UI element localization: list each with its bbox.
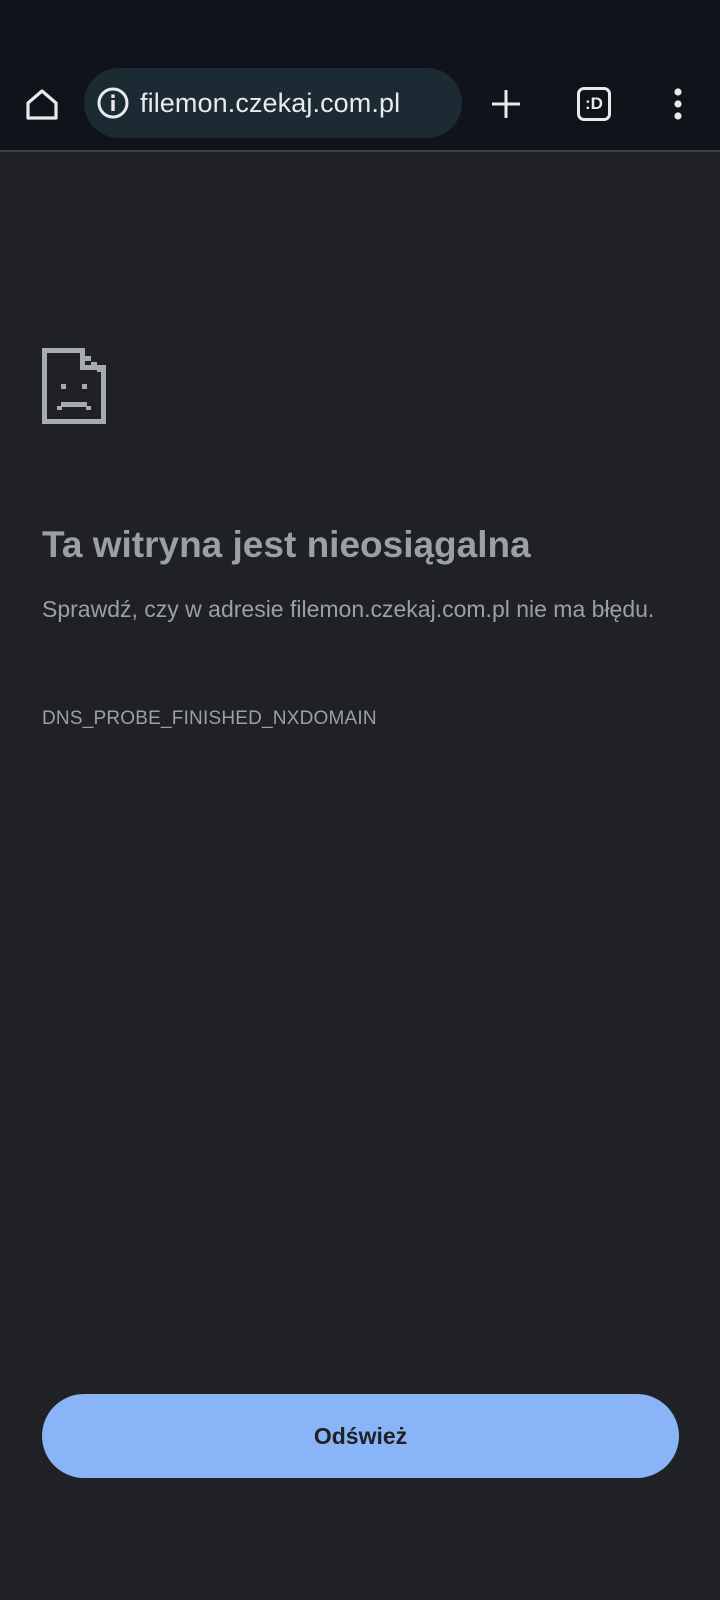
address-bar[interactable]: filemon.czekaj.com.pl [84, 68, 462, 138]
reload-button[interactable]: Odśwież [42, 1394, 679, 1478]
tab-switcher-icon: :D [577, 87, 611, 121]
url-text[interactable]: filemon.czekaj.com.pl [140, 88, 400, 119]
more-vert-icon [674, 88, 682, 120]
home-button[interactable] [18, 80, 66, 128]
tab-switcher-button[interactable]: :D [570, 80, 618, 128]
sad-page-icon [42, 348, 106, 424]
menu-button[interactable] [654, 80, 702, 128]
page-info-button[interactable] [96, 86, 130, 120]
new-tab-button[interactable] [482, 80, 530, 128]
home-icon [26, 89, 58, 120]
browser-toolbar: filemon.czekaj.com.pl :D [0, 0, 720, 152]
plus-icon [492, 90, 520, 118]
error-description: Sprawdź, czy w adresie filemon.czekaj.co… [42, 596, 655, 622]
error-code: DNS_PROBE_FINISHED_NXDOMAIN [42, 708, 377, 729]
error-heading: Ta witryna jest nieosiągalna [42, 524, 531, 565]
info-icon [97, 87, 129, 119]
tab-count-label: :D [585, 94, 603, 113]
